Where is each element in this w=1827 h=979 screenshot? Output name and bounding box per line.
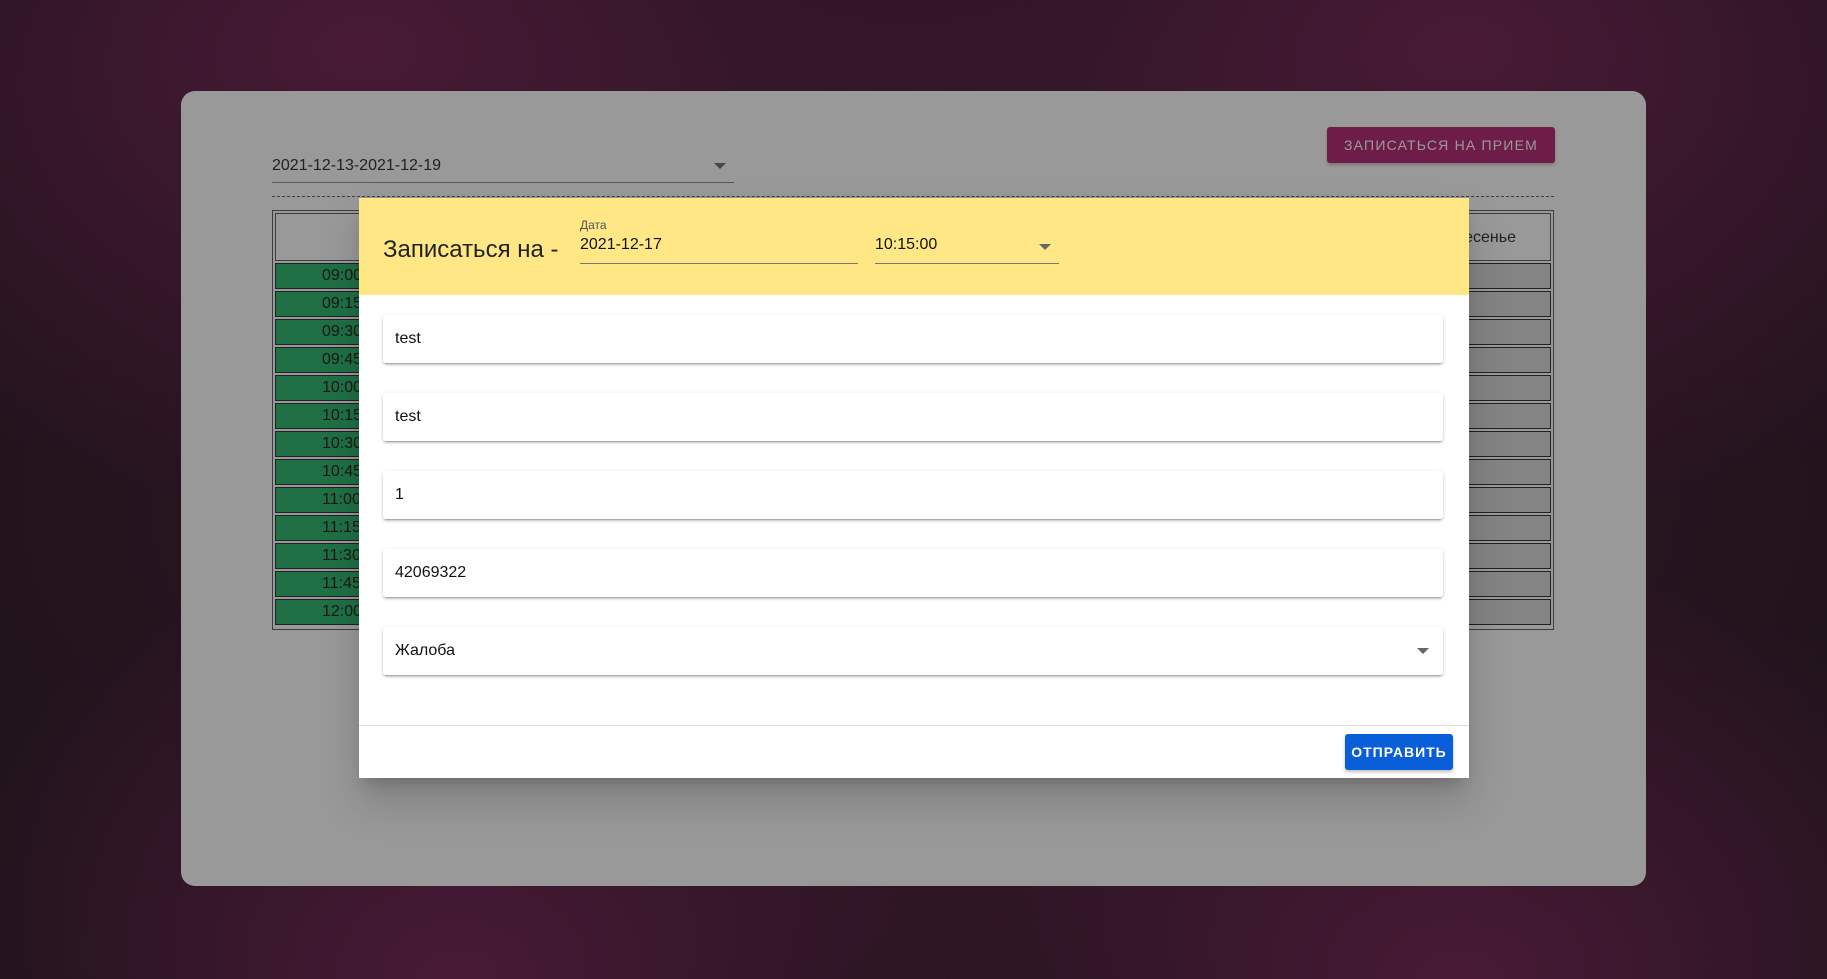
field-value: 1: [395, 486, 404, 503]
reason-select[interactable]: Жалоба: [383, 627, 1443, 675]
form-fields: test test 1 42069322 Жалоба: [383, 315, 1443, 705]
text-field-1[interactable]: test: [383, 315, 1443, 363]
dialog-header: Записаться на - Дата 2021-12-17 10:15:00: [359, 198, 1469, 295]
chevron-down-icon: [1039, 244, 1051, 250]
field-value: 42069322: [395, 564, 467, 581]
field-value: test: [395, 330, 421, 347]
date-value: 2021-12-17: [580, 236, 662, 253]
time-select[interactable]: 10:15:00: [875, 236, 1059, 264]
reason-value: Жалоба: [395, 642, 455, 659]
text-field-3[interactable]: 1: [383, 471, 1443, 519]
divider: [359, 725, 1469, 726]
phone-field[interactable]: 42069322: [383, 549, 1443, 597]
date-field[interactable]: Дата 2021-12-17: [580, 218, 858, 264]
text-field-2[interactable]: test: [383, 393, 1443, 441]
time-value: 10:15:00: [875, 236, 938, 253]
dialog-title: Записаться на -: [383, 236, 559, 263]
chevron-down-icon: [1417, 648, 1429, 654]
booking-dialog: Записаться на - Дата 2021-12-17 10:15:00…: [359, 198, 1469, 778]
submit-button[interactable]: ОТПРАВИТЬ: [1345, 734, 1453, 770]
date-label: Дата: [580, 218, 607, 232]
field-value: test: [395, 408, 421, 425]
